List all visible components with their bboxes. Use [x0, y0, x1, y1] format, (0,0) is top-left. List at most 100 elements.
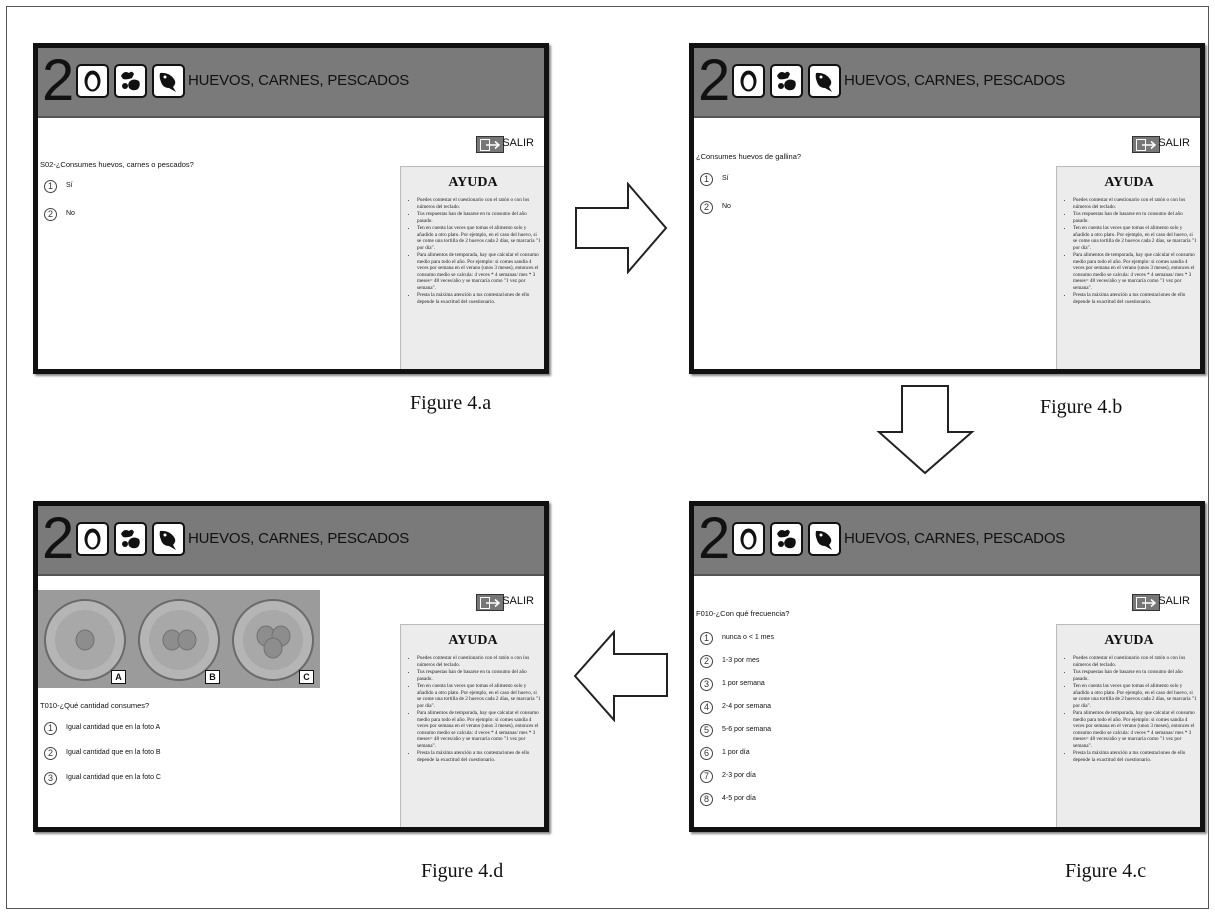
help-item: Presta la máxima atención a tus contesta… — [1073, 750, 1197, 763]
screen-header: 2 HUEVOS, CARNES, PESCADOS — [38, 506, 544, 576]
help-list: Puedes contestar el cuestionario con el … — [409, 197, 541, 305]
egg-icon[interactable] — [732, 64, 765, 98]
help-item: Para alimentos de temporada, hay que cal… — [417, 710, 541, 749]
exit-icon — [1132, 594, 1160, 611]
help-item: Presta la máxima atención a tus contesta… — [1073, 292, 1197, 305]
exit-label: SALIR — [502, 137, 534, 149]
option-label: Igual cantidad que en la foto A — [66, 724, 161, 731]
option-label: 1-3 por mes — [722, 657, 760, 664]
help-item: Presta la máxima atención a tus contesta… — [417, 292, 541, 305]
photo-tag: C — [299, 670, 314, 684]
meat-icon[interactable] — [114, 64, 147, 98]
meat-icon[interactable] — [770, 64, 803, 98]
screen-figure-4c: 2 HUEVOS, CARNES, PESCADOS SALIR AYUDA P… — [689, 501, 1205, 832]
help-panel: AYUDA Puedes contestar el cuestionario c… — [1056, 624, 1200, 827]
option-label: Sí — [66, 182, 73, 189]
help-panel: AYUDA Puedes contestar el cuestionario c… — [400, 166, 544, 369]
screen-figure-4b: 2 HUEVOS, CARNES, PESCADOS SALIR AYUDA P… — [689, 43, 1205, 374]
egg-icon[interactable] — [732, 522, 765, 556]
fish-icon[interactable] — [808, 64, 841, 98]
option-label: No — [66, 210, 75, 217]
option-number-icon: 1 — [44, 180, 57, 193]
option-label: nunca o < 1 mes — [722, 634, 774, 641]
help-list: Puedes contestar el cuestionario con el … — [1065, 655, 1197, 763]
question-text: T010-¿Qué cantidad consumes? — [40, 701, 150, 710]
help-item: Puedes contestar el cuestionario con el … — [417, 655, 541, 668]
screen-header: 2 HUEVOS, CARNES, PESCADOS — [38, 48, 544, 118]
help-item: Puedes contestar el cuestionario con el … — [417, 197, 541, 210]
screen-header: 2 HUEVOS, CARNES, PESCADOS — [694, 506, 1200, 576]
help-title: AYUDA — [448, 633, 498, 648]
help-item: Ten en cuenta las veces que tomas el ali… — [417, 683, 541, 709]
exit-label: SALIR — [1158, 137, 1190, 149]
help-item: Tus respuestas han de basarse en tu cons… — [417, 211, 541, 224]
exit-icon — [476, 594, 504, 611]
option-label: 1 por día — [722, 749, 750, 756]
option-number-icon: 1 — [44, 722, 57, 735]
option-label: 5-6 por semana — [722, 726, 772, 733]
help-item: Tus respuestas han de basarse en tu cons… — [417, 669, 541, 682]
help-panel: AYUDA Puedes contestar el cuestionario c… — [1056, 166, 1200, 369]
option-number-icon: 4 — [700, 701, 713, 714]
option-label: No — [722, 203, 731, 210]
exit-icon — [1132, 136, 1160, 153]
arrow-left-icon — [573, 630, 668, 722]
section-number: 2 — [42, 506, 75, 571]
help-list: Puedes contestar el cuestionario con el … — [1065, 197, 1197, 305]
help-panel: AYUDA Puedes contestar el cuestionario c… — [400, 624, 544, 827]
meat-icon[interactable] — [114, 522, 147, 556]
portion-photo[interactable]: C — [226, 590, 320, 688]
option-number-icon: 6 — [700, 747, 713, 760]
photo-tag: B — [205, 670, 220, 684]
help-item: Presta la máxima atención a tus contesta… — [417, 750, 541, 763]
portion-photo[interactable]: A — [38, 590, 132, 688]
egg-icon[interactable] — [76, 522, 109, 556]
portion-photos: A B C — [38, 590, 320, 688]
photo-tag: A — [111, 670, 126, 684]
arrow-down-icon — [876, 385, 975, 475]
section-number: 2 — [698, 506, 731, 571]
meat-icon[interactable] — [770, 522, 803, 556]
option-label: 2-4 por semana — [722, 703, 772, 710]
section-title: HUEVOS, CARNES, PESCADOS — [844, 530, 1066, 547]
fish-icon[interactable] — [808, 522, 841, 556]
section-title: HUEVOS, CARNES, PESCADOS — [188, 72, 410, 89]
help-item: Puedes contestar el cuestionario con el … — [1073, 655, 1197, 668]
help-item: Ten en cuenta las veces que tomas el ali… — [1073, 225, 1197, 251]
screen-figure-4a: 2 HUEVOS, CARNES, PESCADOS SALIR AYUDA P… — [33, 43, 549, 374]
exit-label: SALIR — [502, 595, 534, 607]
option-number-icon: 2 — [44, 208, 57, 221]
exit-icon — [476, 136, 504, 153]
fish-icon[interactable] — [152, 64, 185, 98]
screen-header: 2 HUEVOS, CARNES, PESCADOS — [694, 48, 1200, 118]
option-label: Igual cantidad que en la foto B — [66, 749, 161, 756]
option-label: 1 por semana — [722, 680, 765, 687]
option-label: Sí — [722, 175, 729, 182]
option-number-icon: 1 — [700, 173, 713, 186]
help-title: AYUDA — [1104, 175, 1154, 190]
egg-icon[interactable] — [76, 64, 109, 98]
option-number-icon: 5 — [700, 724, 713, 737]
option-label: 2-3 por día — [722, 772, 756, 779]
option-number-icon: 8 — [700, 793, 713, 806]
question-text: F010-¿Con qué frecuencia? — [696, 609, 790, 618]
help-title: AYUDA — [448, 175, 498, 190]
portion-photo[interactable]: B — [132, 590, 226, 688]
help-title: AYUDA — [1104, 633, 1154, 648]
option-label: Igual cantidad que en la foto C — [66, 774, 161, 781]
option-number-icon: 3 — [44, 772, 57, 785]
caption-figure-4d: Figure 4.d — [421, 860, 504, 882]
help-item: Para alimentos de temporada, hay que cal… — [1073, 710, 1197, 749]
fish-icon[interactable] — [152, 522, 185, 556]
section-number: 2 — [698, 48, 731, 113]
arrow-right-icon — [575, 182, 668, 274]
caption-figure-4b: Figure 4.b — [1040, 396, 1123, 418]
screen-figure-4d: 2 HUEVOS, CARNES, PESCADOS SALIR AYUDA P… — [33, 501, 549, 832]
help-item: Ten en cuenta las veces que tomas el ali… — [1073, 683, 1197, 709]
help-list: Puedes contestar el cuestionario con el … — [409, 655, 541, 763]
help-item: Tus respuestas han de basarse en tu cons… — [1073, 669, 1197, 682]
option-number-icon: 2 — [700, 201, 713, 214]
option-number-icon: 1 — [700, 632, 713, 645]
section-number: 2 — [42, 48, 75, 113]
caption-figure-4a: Figure 4.a — [410, 392, 492, 414]
